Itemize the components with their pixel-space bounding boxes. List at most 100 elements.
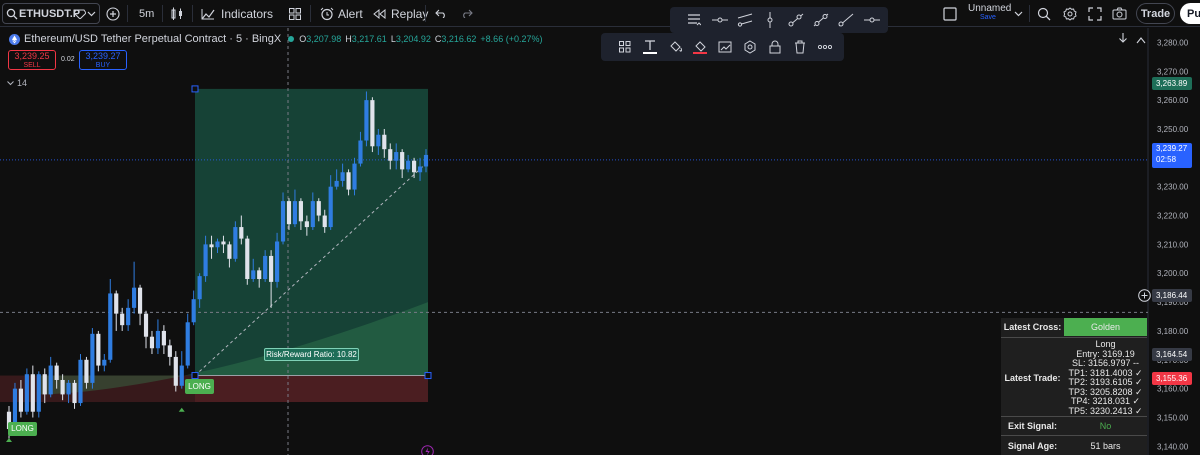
ray-icon[interactable]	[784, 7, 808, 33]
lightning-icon[interactable]	[421, 445, 434, 455]
horizontal-line-icon[interactable]	[708, 7, 732, 33]
candle-body	[36, 374, 41, 412]
quick-search-icon[interactable]	[1037, 0, 1051, 27]
candle-body	[48, 365, 53, 395]
spread-value: 0.02	[61, 56, 75, 63]
y-tick-label: 3,260.00	[1157, 96, 1189, 105]
lock-icon[interactable]	[763, 33, 787, 61]
candle-body	[42, 374, 47, 395]
trend-line-icon[interactable]	[809, 7, 833, 33]
y-tick-label: 3,250.00	[1157, 125, 1189, 134]
candle-body	[143, 313, 149, 337]
extended-line-icon[interactable]	[834, 7, 858, 33]
settings-gear-icon[interactable]	[1063, 0, 1077, 27]
signal-age-label: Signal Age:	[1007, 441, 1058, 451]
candle-body	[316, 201, 321, 216]
layout-icon[interactable]	[943, 0, 957, 27]
layout-chevron-down-icon[interactable]	[1014, 0, 1023, 27]
indicators-collapse-toggle[interactable]: 14	[7, 78, 27, 88]
more-icon[interactable]	[813, 33, 837, 61]
chart-legend: Ethereum/USD Tether Perpetual Contract ·…	[9, 33, 542, 45]
sell-label: SELL	[23, 62, 41, 69]
interval-button[interactable]: 5m	[139, 0, 154, 27]
add-symbol-icon[interactable]	[106, 0, 120, 27]
exit-signal-value: No	[1099, 421, 1112, 431]
pen-color-icon[interactable]	[688, 33, 712, 61]
latest-trade-label: Latest Trade:	[1004, 373, 1061, 383]
chevron-up-icon[interactable]	[1136, 33, 1146, 47]
indicator-count: 14	[17, 78, 28, 88]
candle-body	[161, 330, 166, 346]
loss-zone	[195, 375, 428, 403]
y-tick-label: 3,270.00	[1157, 67, 1189, 76]
candle-body	[24, 374, 29, 412]
candle-body	[126, 307, 131, 326]
grip-icon[interactable]	[613, 33, 637, 61]
eth-logo-icon	[9, 33, 20, 45]
camera-icon[interactable]	[1112, 0, 1127, 27]
latest-cross-row: Latest Cross: Golden	[1001, 318, 1147, 337]
trend-channel-icon[interactable]	[733, 7, 757, 33]
candle-body	[96, 333, 101, 366]
candle-body	[340, 172, 345, 181]
redo-icon[interactable]	[461, 0, 473, 27]
candle-body	[18, 388, 23, 412]
trade-tp5: TP5: 3230.2413 ✓	[1068, 405, 1143, 416]
indicators-button[interactable]: Indicators	[201, 0, 273, 27]
target-price-label: 3,263.89	[1152, 77, 1192, 90]
candle-body	[412, 160, 417, 173]
candle-body	[102, 359, 107, 366]
y-tick-label: 3,230.00	[1157, 183, 1189, 192]
candle-body	[358, 140, 363, 164]
replay-button[interactable]: Replay	[373, 0, 428, 27]
latest-trade-details: Long Entry: 3169.19 SL: 3156.9797 -- TP1…	[1064, 339, 1147, 416]
candle-body	[417, 166, 423, 173]
y-tick-label: 3,160.00	[1157, 385, 1189, 394]
add-alert-plus-icon[interactable]	[1138, 289, 1151, 305]
candle-body	[227, 244, 232, 259]
vertical-line-icon[interactable]	[758, 7, 782, 33]
trash-icon[interactable]	[788, 33, 812, 61]
candle-body	[155, 330, 161, 349]
candles-chart-type-icon[interactable]	[171, 0, 183, 27]
candle-body	[30, 374, 35, 412]
candle-body	[221, 241, 226, 245]
buy-price: 3,239.27	[85, 51, 121, 61]
candle-body	[137, 287, 143, 314]
candle-body	[298, 201, 303, 222]
text-icon[interactable]	[638, 33, 662, 61]
candle-body	[54, 365, 59, 380]
candle-body	[423, 154, 429, 167]
templates-icon[interactable]	[289, 0, 301, 27]
undo-icon[interactable]	[435, 0, 447, 27]
candle-body	[292, 201, 298, 225]
candle-body	[108, 293, 113, 360]
fill-color-icon[interactable]	[663, 33, 687, 61]
symbol-name: ETHUSDT.P	[19, 7, 81, 20]
sell-button[interactable]: 3,239.25 SELL	[8, 50, 56, 70]
y-tick-label: 3,220.00	[1157, 212, 1189, 221]
candle-body	[132, 287, 137, 308]
candle-body	[328, 186, 333, 228]
horizontal-ray-icon[interactable]	[860, 7, 884, 33]
candle-body	[120, 313, 125, 326]
add-to-chart-icon[interactable]	[713, 33, 737, 61]
buy-button[interactable]: 3,239.27 BUY	[79, 50, 127, 70]
save-status[interactable]: Save	[980, 13, 996, 22]
open-value: 3,207.98	[306, 34, 342, 44]
exit-signal-row: Exit Signal: No	[1001, 416, 1147, 435]
market-status-dot	[288, 36, 295, 42]
scroll-down-icon[interactable]	[1118, 32, 1128, 47]
publish-button[interactable]: Pu	[1180, 3, 1200, 24]
fullscreen-icon[interactable]	[1088, 0, 1102, 27]
settings-icon[interactable]	[738, 33, 762, 61]
candle-body	[352, 163, 357, 190]
buy-label: BUY	[95, 62, 111, 69]
trade-button[interactable]: Trade	[1136, 3, 1175, 24]
candle-body	[149, 336, 155, 349]
candle-body	[197, 276, 202, 300]
tool-menu-icon[interactable]	[682, 7, 706, 33]
high-value: 3,217.61	[351, 34, 387, 44]
candle-body	[400, 152, 405, 170]
alert-button[interactable]: Alert	[320, 0, 363, 27]
